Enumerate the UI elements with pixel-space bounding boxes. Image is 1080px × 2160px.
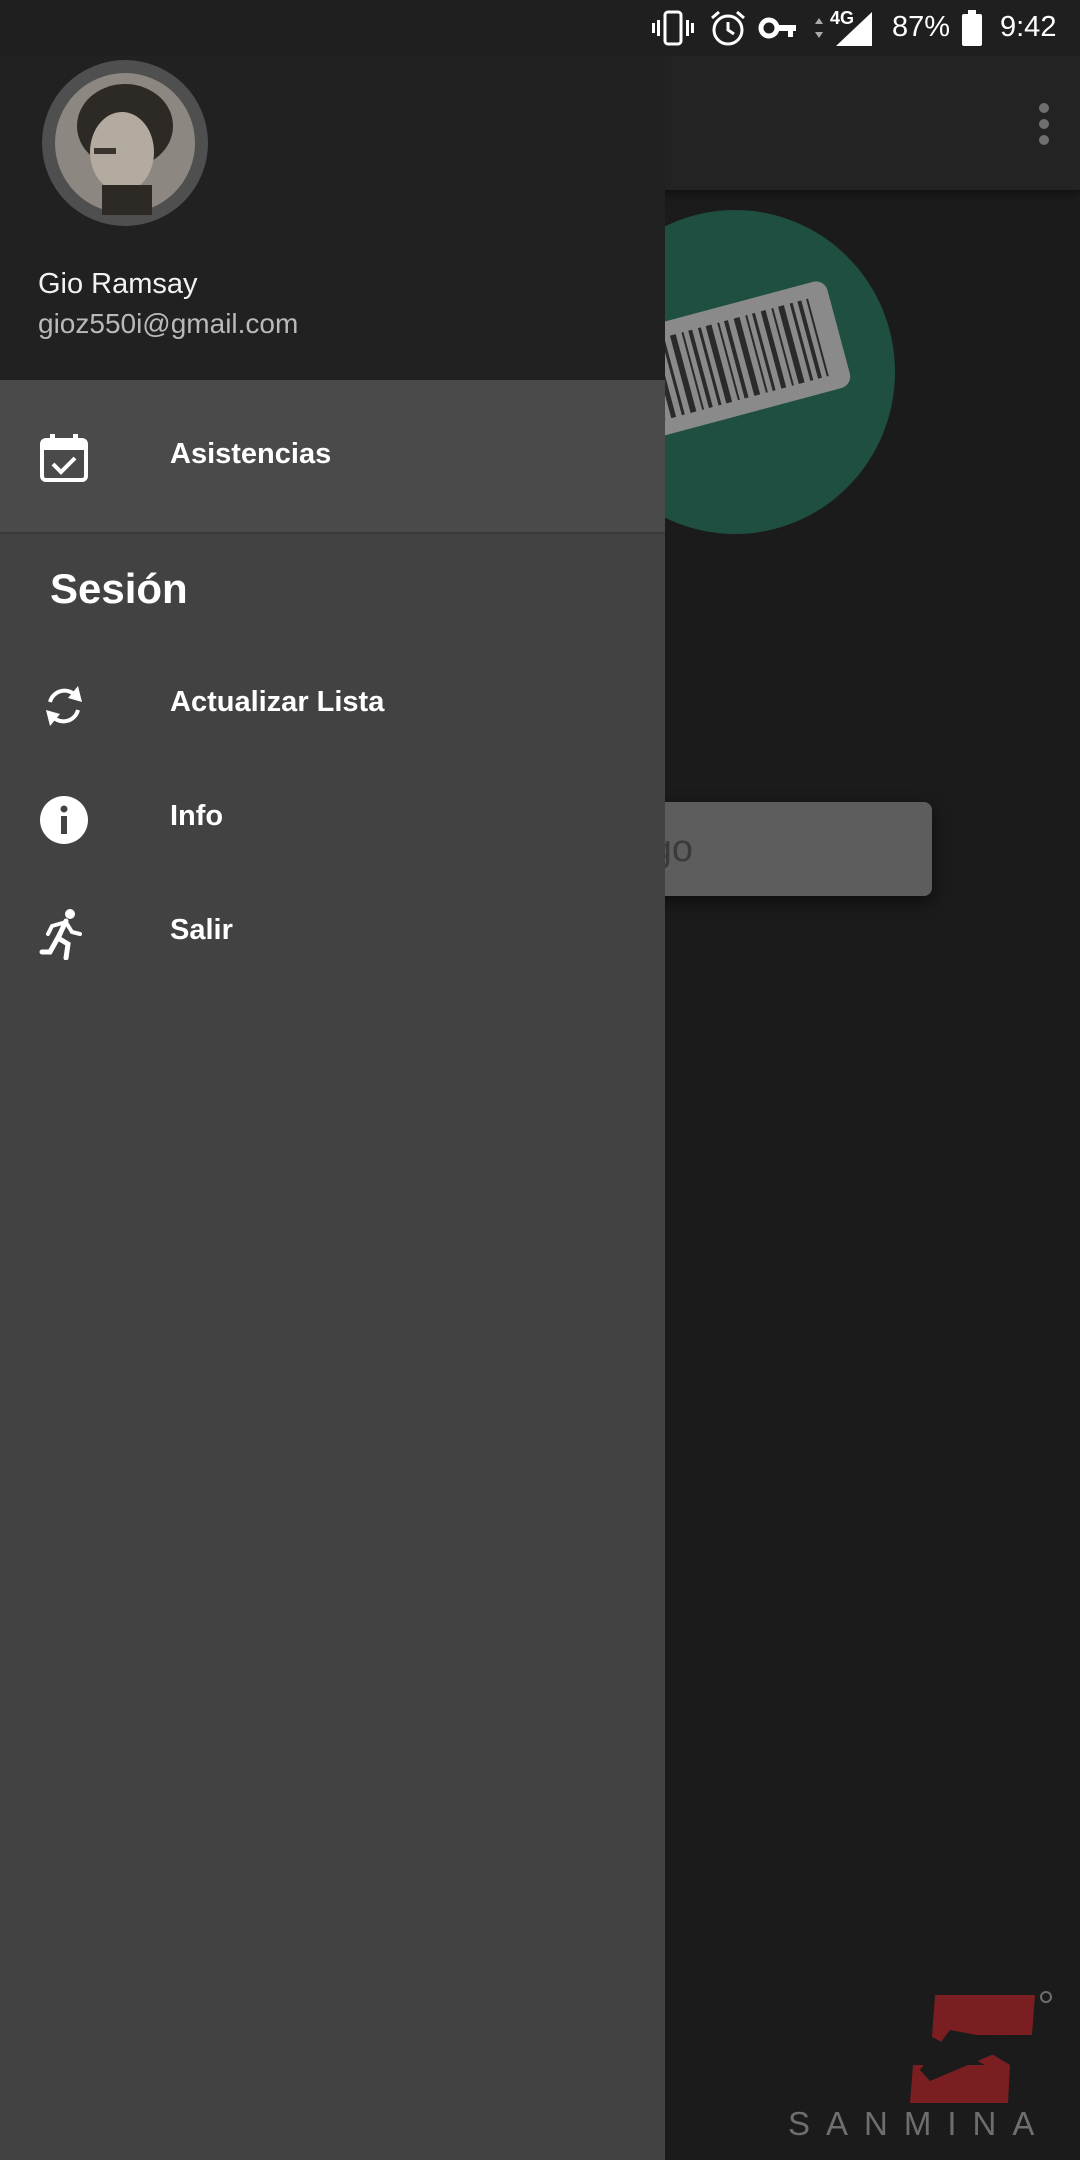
more-options-icon[interactable] — [1034, 102, 1054, 146]
logo-wordmark: SANMINA — [788, 2105, 1051, 2142]
user-email: gioz550i@gmail.com — [38, 308, 299, 339]
divider — [0, 532, 665, 534]
avatar[interactable] — [42, 60, 208, 226]
menu-label: Asistencias — [170, 438, 332, 470]
clock: 9:42 — [1000, 11, 1057, 43]
alarm-icon — [711, 10, 745, 46]
drawer-header: Gio Ramsay gioz550i@gmail.com — [0, 0, 665, 380]
vpn-key-icon — [758, 17, 796, 39]
battery-icon — [962, 10, 982, 46]
menu-label: Info — [170, 800, 224, 832]
navigation-drawer: Gio Ramsay gioz550i@gmail.com Asistencia… — [0, 0, 665, 2160]
user-name: Gio Ramsay — [38, 268, 198, 300]
battery-percent: 87% — [892, 11, 951, 43]
signal-icon — [836, 12, 872, 46]
data-activity-icon — [815, 18, 823, 38]
menu-label: Actualizar Lista — [170, 686, 385, 718]
profile-photo — [55, 73, 195, 215]
info-icon — [40, 796, 88, 844]
run-icon — [39, 909, 82, 960]
section-title: Sesión — [50, 565, 188, 612]
menu-item-salir[interactable]: Salir — [0, 878, 665, 988]
menu-label: Salir — [170, 914, 233, 946]
calendar-check-icon — [40, 434, 88, 482]
refresh-icon — [46, 686, 82, 726]
menu-item-actualizar-lista[interactable]: Actualizar Lista — [0, 650, 665, 760]
menu-item-asistencias[interactable]: Asistencias — [0, 402, 665, 512]
status-bar: 4G 87% 9:42 — [0, 0, 1080, 56]
menu-item-info[interactable]: Info — [0, 764, 665, 874]
vibrate-icon — [652, 10, 694, 46]
